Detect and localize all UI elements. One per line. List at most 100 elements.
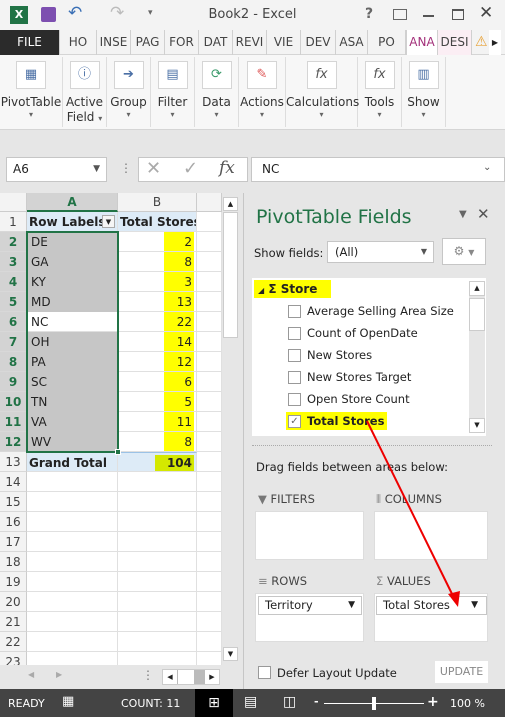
tab-formulas[interactable]: FOR [165,30,199,55]
tab-review[interactable]: REVI [233,30,267,55]
row-labels-header[interactable]: Row Labels ▼ [27,212,118,232]
enter-icon[interactable]: ✓ [183,158,198,179]
fill-handle[interactable] [115,449,121,455]
total-stores-cell[interactable]: 8 [118,252,197,272]
row-header[interactable]: 14 [0,472,27,492]
field-checkbox[interactable]: ✓ [288,414,301,428]
tab-power[interactable]: PO [368,30,406,55]
values-area[interactable]: Total Stores ▼ [374,593,488,642]
row-header[interactable]: 12 [0,432,27,452]
field-checkbox[interactable] [288,326,301,340]
page-break-view-button[interactable]: ◫ [283,694,296,710]
column-header-b[interactable]: B [118,193,197,212]
calculations-button[interactable]: fx Calculations ▾ [286,57,359,127]
field-item[interactable]: New Stores [286,346,375,364]
rows-field-territory[interactable]: Territory ▼ [258,596,362,615]
expand-formula-icon[interactable]: ⌄ [483,162,491,173]
minimize-icon[interactable] [423,15,434,17]
total-stores-cell[interactable]: 8 [118,432,197,452]
total-stores-cell[interactable]: 22 [118,312,197,332]
tab-analyze[interactable]: ANA [406,30,438,55]
row-header[interactable]: 18 [0,552,27,572]
row-header[interactable]: 17 [0,532,27,552]
filter-dropdown-button[interactable]: ▼ [102,215,115,228]
tab-page-layout[interactable]: PAG [131,30,165,55]
tab-file[interactable]: FILE [0,30,60,55]
row-header[interactable]: 15 [0,492,27,512]
column-header-a[interactable]: A [27,193,118,212]
total-stores-cell[interactable]: 12 [118,352,197,372]
row-header[interactable]: 21 [0,612,27,632]
pivottable-button[interactable]: ▦ PivotTable ▾ [0,57,63,127]
show-button[interactable]: ▥ Show ▾ [402,57,446,127]
defer-layout-checkbox[interactable] [258,666,271,679]
total-stores-cell[interactable]: 11 [118,412,197,432]
formula-input[interactable]: NC [251,157,505,182]
page-layout-view-button[interactable]: ▤ [244,694,257,710]
row-header[interactable]: 20 [0,592,27,612]
row-header[interactable]: 9 [0,372,27,392]
pane-close-icon[interactable]: ✕ [477,205,490,223]
active-field-button[interactable]: ⓘ Active Field ▾ [63,57,107,127]
scroll-left-button[interactable]: ◀ [163,670,177,684]
field-item[interactable]: Average Selling Area Size [286,302,457,320]
row-header[interactable]: 6 [0,312,27,332]
scroll-up-button[interactable]: ▲ [469,281,485,296]
row-header[interactable]: 4 [0,272,27,292]
field-item[interactable]: New Stores Target [286,368,414,386]
ribbon-display-icon[interactable] [393,9,407,20]
filters-area[interactable] [255,511,364,560]
total-stores-cell[interactable]: 14 [118,332,197,352]
tab-developer[interactable]: DEV [301,30,336,55]
total-stores-cell[interactable]: 13 [118,292,197,312]
row-header[interactable]: 8 [0,352,27,372]
filter-button[interactable]: ▤ Filter ▾ [151,57,195,127]
field-checkbox[interactable] [288,348,301,362]
next-sheet-icon[interactable]: ▶ [56,670,62,679]
tab-design[interactable]: DESI [438,30,472,55]
total-stores-header[interactable]: Total Stores [118,212,197,232]
grand-total-value[interactable]: 104 [118,452,197,472]
row-header[interactable]: 22 [0,632,27,652]
total-stores-cell[interactable]: 5 [118,392,197,412]
row-header[interactable]: 11 [0,412,27,432]
tools-button[interactable]: fx Tools ▾ [358,57,402,127]
close-icon[interactable]: ✕ [479,3,493,23]
update-button[interactable]: UPDATE [435,661,488,683]
row-header[interactable]: 1 [0,212,27,232]
show-fields-dropdown[interactable]: (All) ▼ [327,241,434,263]
row-header[interactable]: 2 [0,232,27,252]
maximize-icon[interactable] [452,9,464,20]
values-field-total-stores[interactable]: Total Stores ▼ [376,596,487,615]
row-header[interactable]: 7 [0,332,27,352]
name-box[interactable]: A6 ▼ [6,157,107,182]
h-scroll-thumb[interactable] [178,670,194,684]
scroll-up-button[interactable]: ▲ [223,197,238,211]
field-table-store[interactable]: ◢ Σ Store [254,280,331,298]
row-header[interactable]: 10 [0,392,27,412]
scroll-right-button[interactable]: ▶ [205,670,219,684]
row-header[interactable]: 13 [0,452,27,472]
data-button[interactable]: ⟳ Data ▾ [195,57,239,127]
tab-view[interactable]: VIE [267,30,301,55]
total-stores-cell[interactable]: 3 [118,272,197,292]
field-list-scrollbar[interactable]: ▲ ▼ [469,281,485,433]
rows-area[interactable]: Territory ▼ [255,593,364,642]
tab-home[interactable]: HO [60,30,97,55]
split-handle[interactable]: ⋮ [142,668,154,682]
field-settings-button[interactable]: ⚙ ▼ [442,238,486,265]
macro-record-icon[interactable]: ▦ [62,694,74,709]
total-stores-cell[interactable]: 6 [118,372,197,392]
tab-scroll-right-button[interactable]: ▶ [489,30,501,55]
formula-bar-handle[interactable]: ⋮ [120,161,132,175]
insert-function-button[interactable]: fx [219,158,235,178]
tab-asap[interactable]: ASA [336,30,368,55]
tab-insert[interactable]: INSE [97,30,131,55]
field-checkbox[interactable] [288,392,301,406]
zoom-level[interactable]: 100 % [450,697,485,710]
field-item[interactable]: ✓ Total Stores [286,412,388,430]
actions-button[interactable]: ✎ Actions ▾ [239,57,286,127]
field-checkbox[interactable] [288,370,301,384]
normal-view-button[interactable]: ⊞ [195,689,233,717]
column-header-c[interactable] [197,193,222,212]
